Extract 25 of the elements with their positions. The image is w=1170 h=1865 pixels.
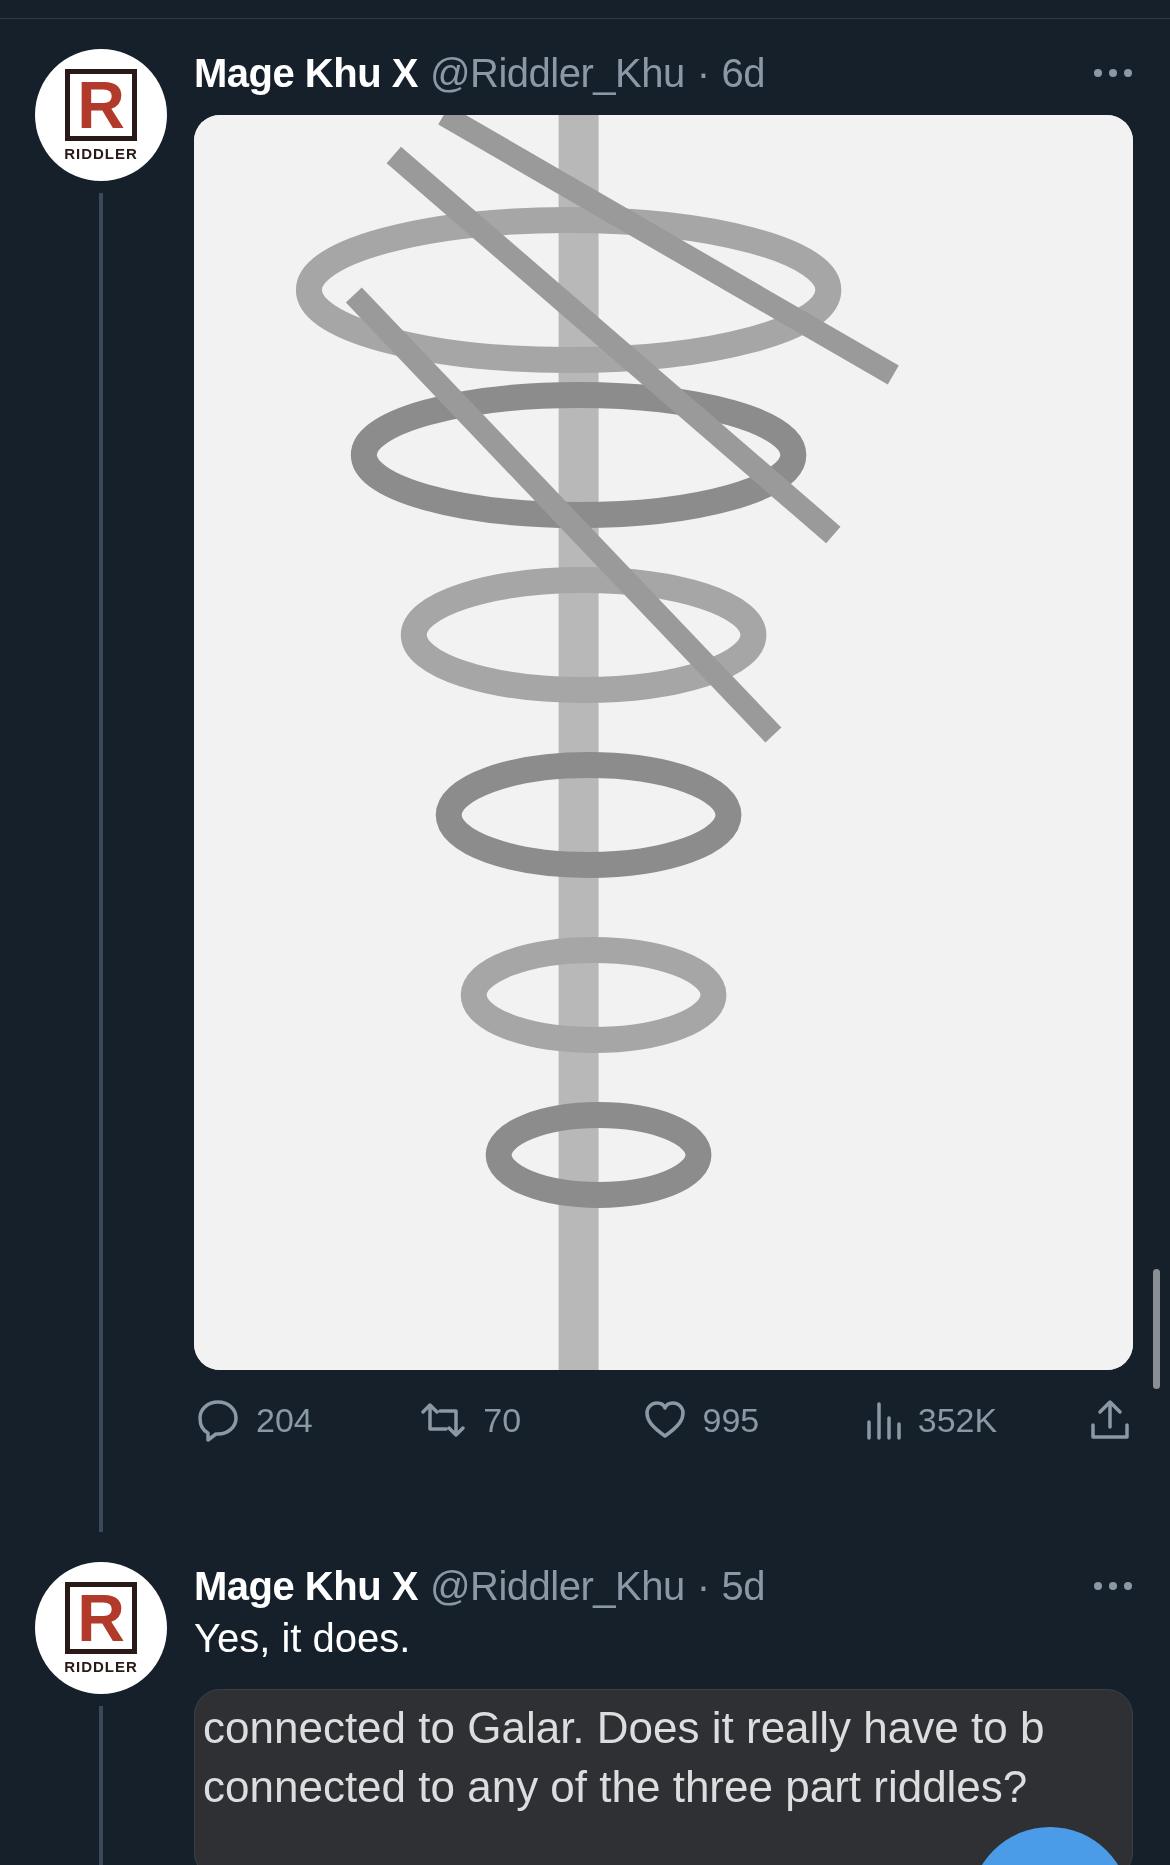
screenshot-text: connected to Galar. Does it really have to b	[203, 1702, 1046, 1754]
more-icon[interactable]	[1093, 1581, 1133, 1591]
action-count: 352K	[917, 1400, 998, 1440]
avatar[interactable]: R RIDDLER	[35, 49, 167, 181]
tweet-text: Yes, it does.	[194, 1616, 412, 1661]
action-count: 995	[702, 1400, 760, 1440]
logo-caption: RIDDLER	[64, 1657, 138, 1675]
timestamp[interactable]: 6d	[721, 50, 765, 96]
logo-letter: R	[77, 1584, 125, 1651]
screenshot-text: connected to any of the three part riddles?	[203, 1761, 1029, 1813]
display-name[interactable]: Mage Khu X	[194, 1563, 418, 1609]
user-handle[interactable]: @Riddler_Khu	[429, 50, 685, 96]
screenshot-card[interactable]: connected to Galar. Does it really have to b connected to any of the three part riddles?	[194, 1689, 1133, 1865]
user-handle[interactable]: @Riddler_Khu	[429, 1563, 685, 1609]
action-count: 204	[256, 1400, 313, 1440]
scrollbar-thumb[interactable]	[1153, 1269, 1160, 1389]
separator-dot: ·	[696, 50, 710, 96]
action-count: 70	[483, 1400, 522, 1440]
separator-dot: ·	[696, 1563, 710, 1609]
timestamp[interactable]: 5d	[721, 1563, 765, 1609]
logo-letter: R	[77, 71, 125, 138]
avatar[interactable]: R RIDDLER	[35, 1562, 167, 1694]
logo-caption: RIDDLER	[64, 144, 138, 162]
more-icon[interactable]	[1093, 68, 1133, 78]
display-name[interactable]: Mage Khu X	[194, 50, 418, 96]
